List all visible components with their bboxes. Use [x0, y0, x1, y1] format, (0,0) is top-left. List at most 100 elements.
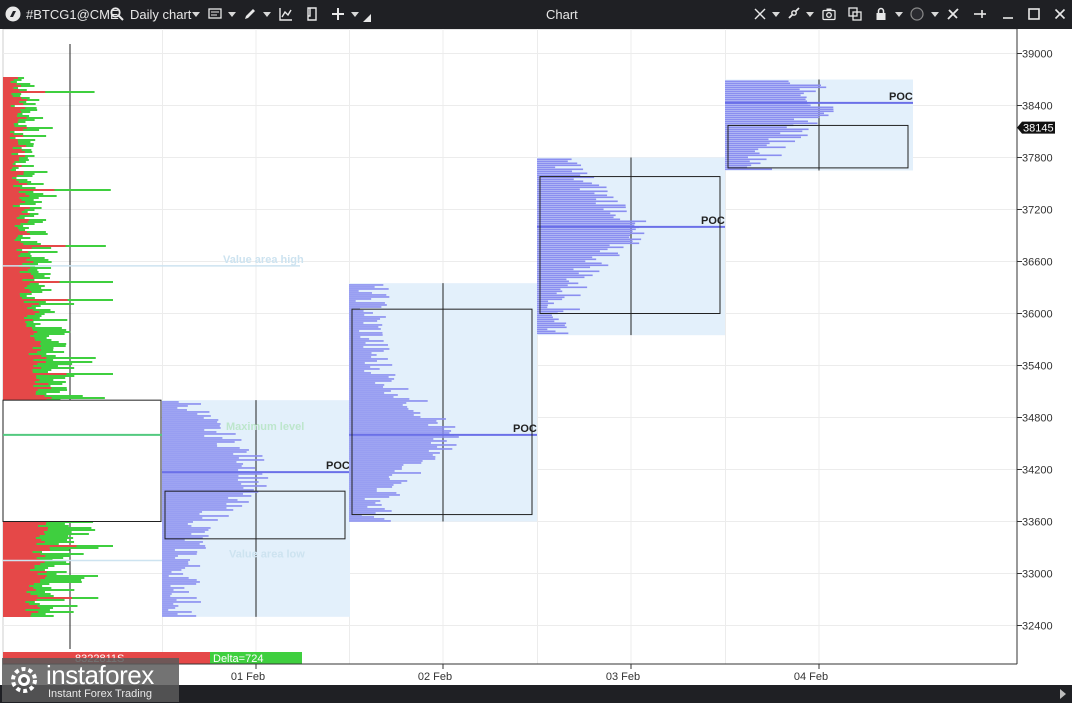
profile-volume-bar — [162, 563, 189, 565]
maximum-level-label: Maximum level — [226, 421, 304, 433]
chart-area[interactable]: POC POC POC POC Value area high Maximum leve… — [0, 28, 1072, 685]
profile-volume-bar — [349, 516, 375, 518]
volume-bar-sell — [3, 115, 17, 117]
chevron-down-icon[interactable] — [806, 12, 814, 17]
add-icon[interactable] — [330, 6, 346, 22]
profile-volume-bar — [162, 427, 221, 429]
chevron-down-icon[interactable] — [263, 12, 271, 17]
volume-bar-sell — [3, 109, 21, 111]
chevron-down-icon[interactable] — [931, 12, 939, 17]
profile-volume-bar — [162, 407, 178, 409]
price-tick-label: 37800 — [1022, 153, 1053, 165]
profile-volume-bar — [162, 437, 223, 439]
profile-volume-bar — [162, 577, 189, 579]
volume-profile-chart[interactable]: POC POC POC POC Value area high Maximum leve… — [0, 28, 1072, 685]
app-logo-icon[interactable] — [5, 6, 21, 22]
camera-icon[interactable] — [821, 6, 837, 22]
profile-volume-bar — [162, 445, 218, 447]
scroll-right-icon[interactable] — [1059, 689, 1067, 699]
chevron-down-icon[interactable] — [351, 12, 359, 17]
circle-icon[interactable] — [909, 6, 925, 22]
tools-icon[interactable] — [945, 6, 961, 22]
profile-volume-bar — [349, 408, 409, 410]
crosshair-icon[interactable] — [752, 6, 768, 22]
profile-volume-bar — [162, 609, 169, 611]
profile-volume-bar — [725, 162, 761, 165]
poc-label: POC — [513, 423, 537, 435]
profile-volume-bar — [537, 218, 621, 221]
profile-volume-bar — [349, 420, 437, 422]
profile-volume-bar — [349, 284, 384, 286]
lock-icon[interactable] — [873, 6, 889, 22]
profile-volume-bar — [349, 422, 438, 424]
search-icon[interactable] — [109, 6, 125, 22]
chevron-down-icon[interactable] — [192, 12, 200, 17]
profile-volume-bar — [162, 551, 198, 553]
profile-volume-bar — [725, 128, 809, 131]
profile-volume-bar — [162, 409, 187, 411]
chevron-down-icon[interactable] — [228, 12, 236, 17]
profile-volume-bar — [162, 561, 189, 563]
price-tick-label: 33000 — [1022, 569, 1053, 581]
copy-icon[interactable] — [847, 6, 863, 22]
volume-bar-sell — [3, 133, 14, 135]
profile-volume-bar — [725, 144, 767, 147]
maximize-icon[interactable] — [1026, 6, 1042, 22]
minimize-icon[interactable] — [1000, 6, 1016, 22]
volume-bar-sell — [3, 289, 30, 291]
profile-volume-bar — [537, 268, 574, 271]
chevron-down-icon[interactable] — [895, 12, 903, 17]
profile-volume-bar — [162, 485, 267, 487]
profile-volume-bar — [349, 390, 391, 392]
volume-bar-sell — [3, 595, 38, 597]
profile-volume-bar — [349, 296, 390, 298]
indicator-icon[interactable] — [278, 6, 294, 22]
profile-volume-bar — [162, 503, 227, 505]
volume-bar-sell — [3, 295, 21, 297]
volume-bar-sell — [3, 585, 30, 587]
profile-volume-bar — [162, 411, 210, 413]
instaforex-watermark: instaforex Instant Forex Trading — [2, 658, 179, 702]
profile-volume-bar — [162, 439, 242, 441]
volume-bar-sell — [3, 269, 28, 271]
delta-label: Delta=724 — [213, 653, 263, 665]
volume-bar-sell — [3, 231, 27, 233]
volume-bar-sell — [3, 277, 34, 279]
chevron-down-icon[interactable] — [772, 12, 780, 17]
profile-volume-bar — [349, 414, 414, 416]
profile-volume-bar — [537, 202, 596, 205]
profile-volume-bar — [349, 286, 375, 288]
pencil-icon[interactable] — [242, 6, 258, 22]
symbol-label[interactable]: #BTCG1@CME — [26, 0, 119, 29]
link-icon[interactable] — [786, 6, 802, 22]
current-price-label: 38145 — [1023, 123, 1054, 135]
volume-bar-sell — [3, 253, 21, 255]
timeframe-dropdown[interactable]: Daily chart — [130, 0, 191, 29]
profile-volume-bar — [537, 260, 586, 263]
profile-volume-bar — [349, 332, 383, 334]
volume-bar-sell — [3, 111, 22, 113]
profile-volume-bar — [162, 603, 174, 605]
profile-volume-bar — [725, 106, 834, 109]
profile-volume-bar — [725, 100, 808, 103]
volume-bar-sell — [3, 549, 51, 551]
profile-volume-bar — [349, 480, 408, 482]
volume-bar-sell — [3, 101, 20, 103]
template-icon[interactable] — [304, 6, 320, 22]
volume-bar-sell — [3, 307, 28, 309]
volume-bar-sell — [3, 135, 23, 137]
profile-volume-bar — [349, 470, 395, 472]
profile-volume-bar — [162, 607, 176, 609]
profile-volume-bar — [349, 326, 379, 328]
profile-volume-bar — [162, 513, 200, 515]
list-icon[interactable] — [207, 6, 223, 22]
volume-bar-sell — [3, 137, 10, 139]
pin-icon[interactable] — [972, 6, 988, 22]
close-icon[interactable] — [1052, 6, 1068, 22]
volume-bar-sell — [3, 311, 40, 313]
profile-volume-bar — [725, 94, 801, 97]
volume-bar-sell — [3, 305, 32, 307]
profile-volume-bar — [537, 296, 565, 299]
volume-bar-sell — [3, 193, 26, 195]
profile-volume-bar — [162, 421, 218, 423]
